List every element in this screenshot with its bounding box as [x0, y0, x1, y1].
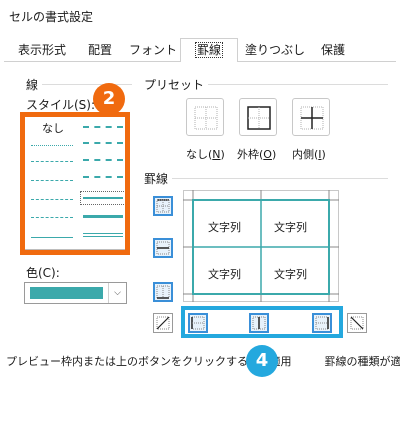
border-inside-horizontal-icon: [156, 241, 170, 255]
border-diagonal-up-button[interactable]: [153, 313, 173, 333]
footer-hint: プレビュー枠内または上のボタンをクリックすると、適用 罫線の種類が適用されます。: [6, 355, 400, 368]
preview-cell-text: 文字列: [208, 268, 241, 281]
preset-outline-button[interactable]: [239, 98, 277, 136]
preset-none-label: なし: [186, 148, 208, 161]
preset-inside-label: 内側: [292, 148, 314, 161]
preset-inside-caption: 内側(I): [292, 148, 326, 161]
border-diagonal-down-icon: [350, 316, 364, 330]
style-label: スタイル(S):: [26, 98, 96, 112]
preset-inside-button[interactable]: [292, 98, 330, 136]
step-badge-2: 2: [93, 83, 125, 115]
preset-outline-key: O: [263, 148, 272, 161]
preset-outline-icon: [247, 106, 271, 130]
title-bar: セルの書式設定: [0, 0, 400, 32]
tab-alignment[interactable]: 配置: [80, 40, 120, 62]
highlight-box-step2: [20, 112, 130, 255]
preview-grid: [183, 190, 339, 302]
preset-outline-caption: 外枠(O): [237, 148, 277, 161]
line-group-divider: [42, 84, 132, 85]
tab-number-format[interactable]: 表示形式: [10, 40, 74, 62]
tab-strip: 表示形式 配置 フォント 罫線 塗りつぶし 保護: [4, 38, 396, 63]
border-bottom-button[interactable]: [153, 282, 173, 302]
border-inside-horizontal-button[interactable]: [153, 238, 173, 258]
color-dropdown[interactable]: ⌵: [24, 282, 127, 304]
preset-group-divider: [208, 84, 388, 85]
border-top-icon: [156, 199, 170, 213]
color-swatch: [30, 287, 103, 299]
preset-group-label: プリセット: [144, 78, 205, 92]
border-top-button[interactable]: [153, 196, 173, 216]
border-diagonal-down-button[interactable]: [347, 313, 367, 333]
tab-border-label: 罫線: [194, 42, 224, 58]
border-preview[interactable]: 文字列 文字列 文字列 文字列: [183, 190, 339, 302]
step-badge-4: 4: [246, 345, 278, 377]
preset-none-caption: なし(N): [186, 148, 225, 161]
chevron-down-icon[interactable]: ⌵: [108, 283, 126, 303]
tab-fill[interactable]: 塗りつぶし: [242, 40, 308, 62]
border-group-label: 罫線: [144, 172, 169, 186]
line-group-label: 線: [26, 78, 39, 92]
border-bottom-icon: [156, 285, 170, 299]
preset-none-icon: [194, 106, 218, 130]
preset-inside-key: I: [318, 148, 322, 161]
preset-inside-icon: [300, 106, 324, 130]
tab-border[interactable]: 罫線: [180, 38, 238, 63]
border-group-divider: [172, 178, 388, 179]
preset-none-button[interactable]: [186, 98, 224, 136]
preview-cell-text: 文字列: [274, 268, 307, 281]
border-diagonal-up-icon: [156, 316, 170, 330]
preset-outline-label: 外枠: [237, 148, 259, 161]
preview-cell-text: 文字列: [208, 221, 241, 234]
preview-cell-text: 文字列: [274, 221, 307, 234]
tab-protection[interactable]: 保護: [312, 40, 354, 62]
dialog-title: セルの書式設定: [9, 10, 94, 24]
highlight-box-step4: [181, 306, 343, 338]
tab-font[interactable]: フォント: [126, 40, 180, 62]
preset-none-key: N: [212, 148, 221, 161]
color-label: 色(C):: [26, 266, 60, 280]
